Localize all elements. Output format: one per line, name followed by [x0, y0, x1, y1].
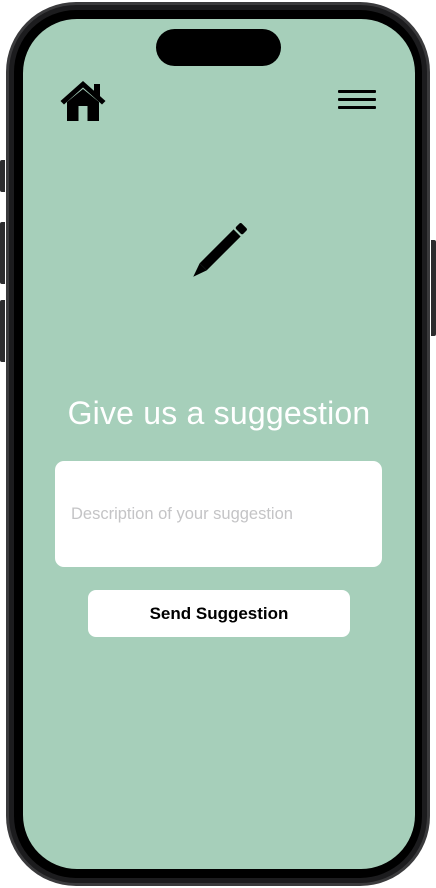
- menu-line: [338, 90, 376, 93]
- power-button: [431, 240, 436, 336]
- home-button[interactable]: [59, 79, 107, 123]
- dynamic-island: [156, 29, 281, 66]
- phone-device: Give us a suggestion Send Suggestion: [0, 0, 436, 888]
- menu-line: [338, 106, 376, 109]
- page-title: Give us a suggestion: [67, 395, 371, 431]
- volume-up-button: [0, 222, 5, 284]
- action-button: [0, 160, 5, 192]
- house-icon: [60, 81, 106, 121]
- app-screen: Give us a suggestion Send Suggestion: [23, 19, 415, 869]
- pencil-icon: [185, 219, 251, 285]
- menu-button[interactable]: [336, 87, 378, 113]
- description-input[interactable]: [71, 461, 366, 567]
- description-field-container: [55, 461, 382, 567]
- menu-line: [338, 98, 376, 101]
- send-suggestion-button[interactable]: Send Suggestion: [88, 590, 350, 637]
- volume-down-button: [0, 300, 5, 362]
